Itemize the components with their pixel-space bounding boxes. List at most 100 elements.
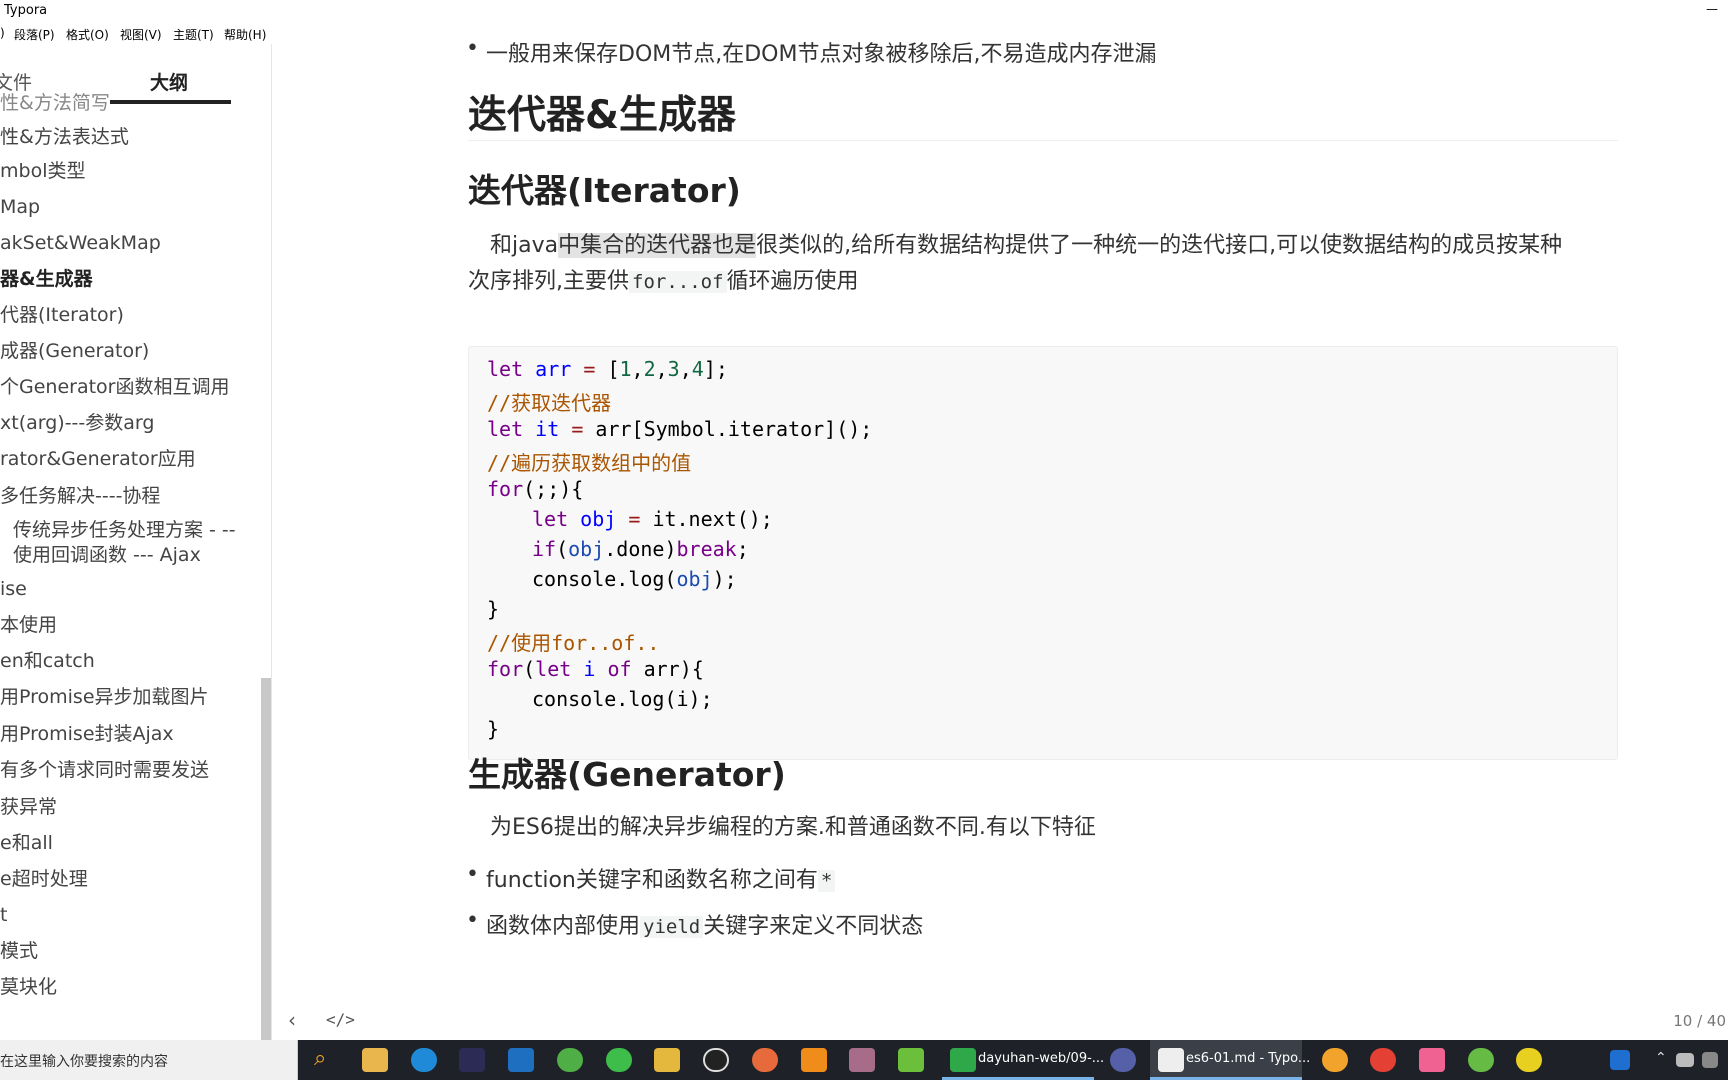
tab-active-indicator: [110, 100, 231, 104]
outline-item[interactable]: 获异常: [0, 794, 57, 820]
inline-code: for...of: [629, 271, 727, 293]
para-text: 次序排列,主要供: [468, 269, 629, 294]
cloud-icon[interactable]: [1676, 1053, 1694, 1067]
outline-item[interactable]: 个Generator函数相互调用: [0, 374, 230, 400]
hbuilder-icon: [950, 1048, 976, 1072]
app-icon[interactable]: [654, 1048, 680, 1072]
menu-item-help[interactable]: 帮助(H): [224, 26, 266, 43]
outline-item[interactable]: en和catch: [0, 648, 95, 674]
app-icon[interactable]: [1419, 1048, 1445, 1072]
code-op: =: [571, 417, 584, 441]
outline-item[interactable]: 有多个请求同时需要发送: [0, 757, 209, 783]
qq-tray-icon[interactable]: [1610, 1050, 1630, 1070]
vscode-icon[interactable]: [508, 1048, 534, 1072]
qq-icon[interactable]: [703, 1048, 729, 1072]
search-icon[interactable]: ⌕: [314, 1046, 340, 1071]
notepad-icon[interactable]: [898, 1048, 924, 1072]
outline-item[interactable]: 莫块化: [0, 974, 57, 1000]
outline-item[interactable]: 性&方法表达式: [0, 124, 129, 150]
code-line: let obj = it.next();: [532, 507, 773, 531]
code-text: .done): [604, 537, 677, 561]
source-mode-icon[interactable]: </>: [326, 1010, 355, 1029]
sidebar-scrollbar-thumb[interactable]: [261, 678, 271, 1040]
outline-item[interactable]: 多任务解决----协程: [0, 483, 160, 509]
taskbar-item-typora[interactable]: es6-01.md - Typo...: [1150, 1040, 1310, 1080]
code-comment: //获取迭代器: [487, 391, 612, 415]
app-icon[interactable]: [752, 1048, 778, 1072]
code-keyword: let: [535, 657, 572, 681]
app-icon[interactable]: [1468, 1048, 1494, 1072]
code-number: 1: [619, 357, 632, 381]
menu-item-paragraph[interactable]: 段落(P): [14, 26, 55, 43]
jetbrains-icon[interactable]: [459, 1048, 485, 1072]
code-var: i: [583, 657, 596, 681]
outline-item[interactable]: 代器(Iterator): [0, 302, 124, 328]
list-text: function关键字和函数名称之间有: [486, 868, 818, 893]
minimize-button[interactable]: —: [1706, 2, 1718, 16]
menu-item-theme[interactable]: 主题(T): [173, 26, 214, 43]
app-icon[interactable]: [801, 1048, 827, 1072]
outline-item[interactable]: 成器(Generator): [0, 338, 149, 364]
outline-item[interactable]: 模式: [0, 938, 38, 964]
outline-item[interactable]: 传统异步任务处理方案 - -- 使用回调函数 --- Ajax: [13, 518, 243, 568]
tab-outline[interactable]: 大纲: [150, 68, 188, 95]
code-line: for(;;){: [487, 477, 583, 501]
file-explorer-icon[interactable]: [362, 1048, 388, 1072]
list-item: 函数体内部使用yield关键字来定义不同状态: [466, 908, 923, 940]
list-item: function关键字和函数名称之间有*: [466, 862, 836, 894]
outline-item[interactable]: Map: [0, 194, 40, 220]
outline-item-active[interactable]: 器&生成器: [0, 266, 93, 292]
code-block[interactable]: let arr = [1,2,3,4]; //获取迭代器 let it = ar…: [468, 346, 1618, 760]
outline-item[interactable]: 用Promise封装Ajax: [0, 721, 174, 747]
code-text: (: [556, 537, 569, 561]
code-number: 4: [691, 357, 704, 381]
code-comment: for..of..: [551, 631, 660, 655]
selected-text: 中集合的迭代器也是: [558, 233, 757, 258]
code-text: console.log(: [532, 567, 677, 591]
code-line: let arr = [1,2,3,4];: [487, 357, 728, 381]
menu-item-format[interactable]: 格式(O): [66, 26, 109, 43]
outline-item[interactable]: rator&Generator应用: [0, 446, 196, 472]
taskbar-search[interactable]: 在这里输入你要搜索的内容: [0, 1040, 298, 1080]
outline-item[interactable]: xt(arg)---参数arg: [0, 410, 154, 436]
app-icon[interactable]: [849, 1048, 875, 1072]
para-text: 和java: [490, 233, 559, 258]
wechat-icon[interactable]: [606, 1048, 632, 1072]
outline-item[interactable]: e超时处理: [0, 866, 88, 892]
app-icon[interactable]: [557, 1048, 583, 1072]
app-icon[interactable]: [1110, 1048, 1136, 1072]
outline-item[interactable]: e和all: [0, 830, 53, 856]
network-icon[interactable]: [1702, 1052, 1718, 1068]
outline-item[interactable]: 本使用: [0, 612, 57, 638]
status-bar: ‹ </> 10 / 40: [272, 1000, 1728, 1040]
code-var: obj: [676, 567, 713, 591]
paragraph-generator: 为ES6提出的解决异步编程的方案.和普通函数不同.有以下特征: [490, 815, 1096, 840]
menu-item-view[interactable]: 视图(V): [120, 26, 162, 43]
outline-item[interactable]: t: [0, 902, 7, 928]
outline-item[interactable]: ise: [0, 576, 27, 602]
inline-code: *: [817, 870, 836, 892]
para-text: 很类似的,给所有数据结构提供了一种统一的迭代接口,可以使数据结构的成员按某种: [756, 233, 1563, 258]
paragraph-iterator-line2: 次序排列,主要供 for...of 循环遍历使用: [468, 264, 1618, 300]
outline-item[interactable]: 性&方法简写: [0, 90, 110, 116]
inline-code: yield: [640, 916, 704, 938]
edge-icon[interactable]: [411, 1048, 437, 1072]
taskbar-item-hbuilder[interactable]: dayuhan-web/09-...: [942, 1040, 1104, 1080]
code-line: let it = arr[Symbol.iterator]();: [487, 417, 872, 441]
taskbar-item-label: dayuhan-web/09-...: [978, 1051, 1105, 1066]
outline-item[interactable]: akSet&WeakMap: [0, 230, 161, 256]
code-text: [: [607, 357, 620, 381]
heading-h2: 迭代器&生成器: [468, 93, 737, 138]
chevron-up-icon[interactable]: ⌃: [1655, 1050, 1667, 1066]
outline-item[interactable]: mbol类型: [0, 158, 85, 184]
code-keyword: for: [487, 657, 524, 681]
code-op: =: [583, 357, 596, 381]
toggle-sidebar-icon[interactable]: ‹: [288, 1008, 296, 1032]
menu-item-file[interactable]: ): [0, 26, 5, 40]
outline-item[interactable]: 用Promise异步加载图片: [0, 684, 209, 710]
chrome-icon[interactable]: [1370, 1048, 1396, 1072]
app-icon[interactable]: [1516, 1048, 1542, 1072]
word-count[interactable]: 10 / 40: [1673, 1012, 1726, 1030]
app-icon[interactable]: [1322, 1048, 1348, 1072]
editor[interactable]: 一般用来保存DOM节点,在DOM节点对象被移除后,不易造成内存泄漏 迭代器&生成…: [272, 22, 1728, 1000]
